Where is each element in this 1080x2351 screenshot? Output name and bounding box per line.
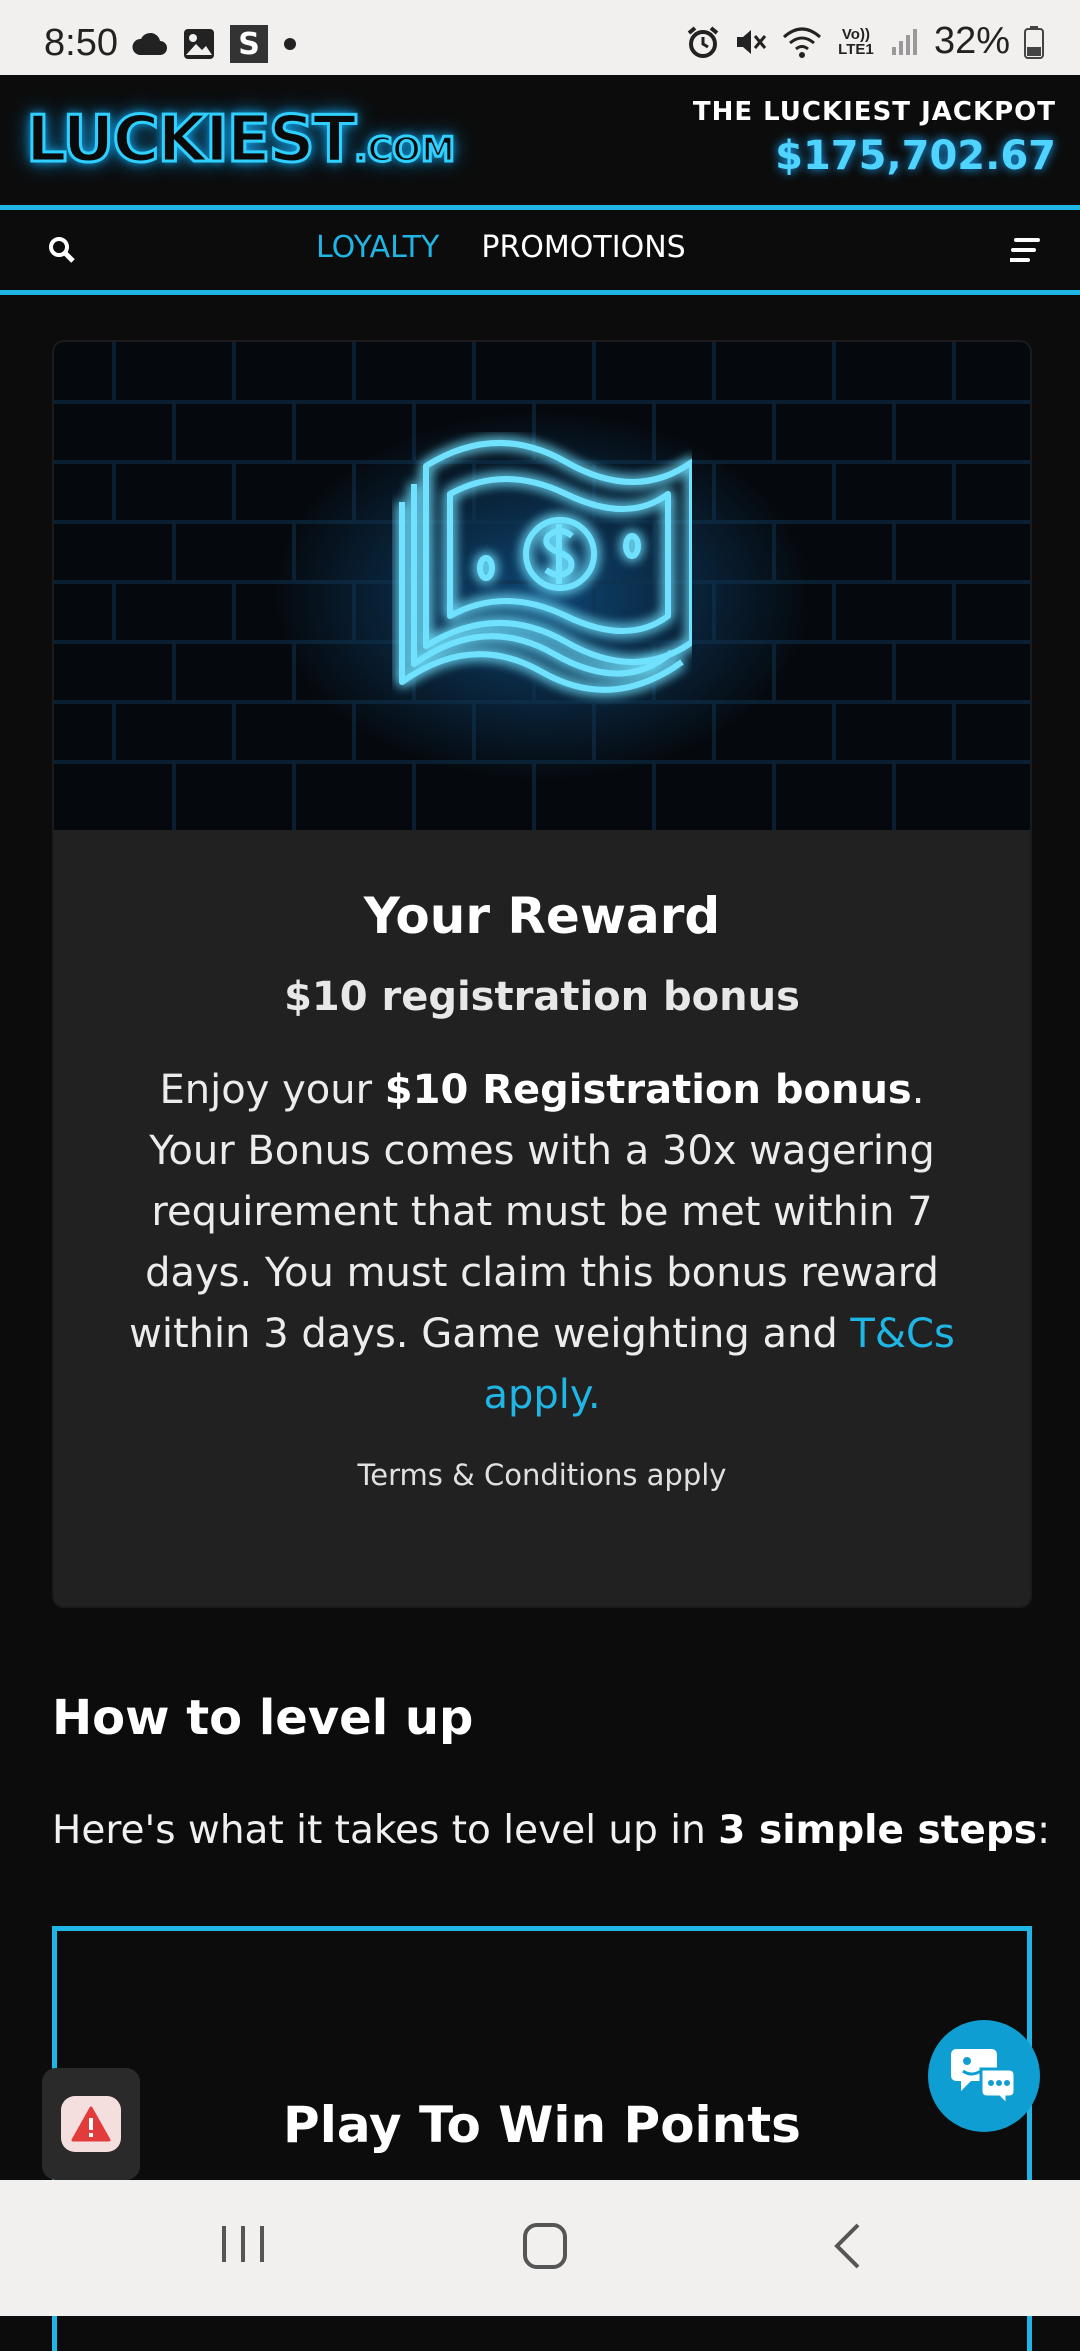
status-bar: 8:50 S Vo)) LTE1 32% (0, 0, 1080, 75)
reward-description: Enjoy your $10 Registration bonus. Your … (124, 1060, 960, 1426)
alarm-icon (687, 25, 719, 58)
back-icon (834, 2223, 860, 2269)
dot-icon (284, 38, 296, 50)
menu-icon (1008, 238, 1040, 262)
logo-suffix: .COM (353, 129, 457, 172)
main-nav: LOYALTY PROMOTIONS (0, 210, 1080, 295)
reward-subtitle: $10 registration bonus (284, 974, 800, 1020)
warning-icon-bg (61, 2096, 121, 2152)
nav-links: LOYALTY PROMOTIONS (316, 230, 686, 265)
chat-button[interactable] (928, 2020, 1040, 2132)
jackpot-amount: $175,702.67 (775, 133, 1056, 179)
signal-icon (891, 28, 917, 55)
search-icon (49, 237, 75, 263)
menu-button[interactable] (1008, 236, 1040, 268)
wifi-icon (782, 27, 821, 58)
jackpot-title: THE LUCKIEST JACKPOT (692, 97, 1056, 127)
terms-text: Terms & Conditions apply (357, 1458, 727, 1492)
site-logo[interactable]: LUCKIEST.COM (24, 102, 457, 179)
nav-loyalty[interactable]: LOYALTY (316, 230, 439, 265)
recents-button[interactable] (220, 2222, 266, 2270)
chat-icon (951, 2049, 1017, 2107)
site-header: LUCKIEST.COM THE LUCKIEST JACKPOT $175,7… (0, 75, 1080, 210)
level-up-intro: Here's what it takes to level up in 3 si… (52, 1808, 1050, 1853)
reward-card: Your Reward $10 registration bonus Enjoy… (52, 340, 1032, 1608)
reward-body-start: Enjoy your (159, 1067, 385, 1113)
reward-title: Your Reward (363, 887, 721, 945)
home-icon (523, 2223, 567, 2269)
level-up-text-start: Here's what it takes to level up in (52, 1808, 719, 1853)
step-title: Play To Win Points (283, 2096, 801, 2154)
warning-button[interactable] (42, 2068, 140, 2180)
battery-icon (1024, 25, 1044, 59)
cloud-icon (132, 32, 167, 55)
neon-money-icon (399, 439, 692, 693)
home-button[interactable] (522, 2222, 568, 2274)
status-left-icons: S (130, 25, 298, 63)
recents-icon (222, 2226, 264, 2262)
level-up-heading: How to level up (52, 1690, 474, 1746)
status-time: 8:50 (44, 22, 118, 64)
level-up-text-end: : (1036, 1808, 1051, 1853)
mute-icon (736, 29, 767, 54)
battery-percent: 32% (933, 20, 1010, 62)
search-button[interactable] (48, 236, 76, 268)
lte-icon: Vo)) LTE1 (838, 25, 874, 58)
image-icon (184, 29, 214, 59)
system-nav-bar (0, 2180, 1080, 2316)
back-button[interactable] (832, 2222, 862, 2274)
level-up-text-bold: 3 simple steps (718, 1808, 1037, 1853)
reward-hero-image (54, 342, 1030, 830)
s-app-icon: S (230, 25, 268, 63)
nav-promotions[interactable]: PROMOTIONS (481, 230, 685, 265)
logo-main: LUCKIEST (24, 102, 357, 179)
warning-icon (71, 2106, 111, 2142)
status-right-icons: Vo)) LTE1 32% (686, 20, 1044, 63)
reward-body-bold: $10 Registration bonus (384, 1067, 912, 1113)
